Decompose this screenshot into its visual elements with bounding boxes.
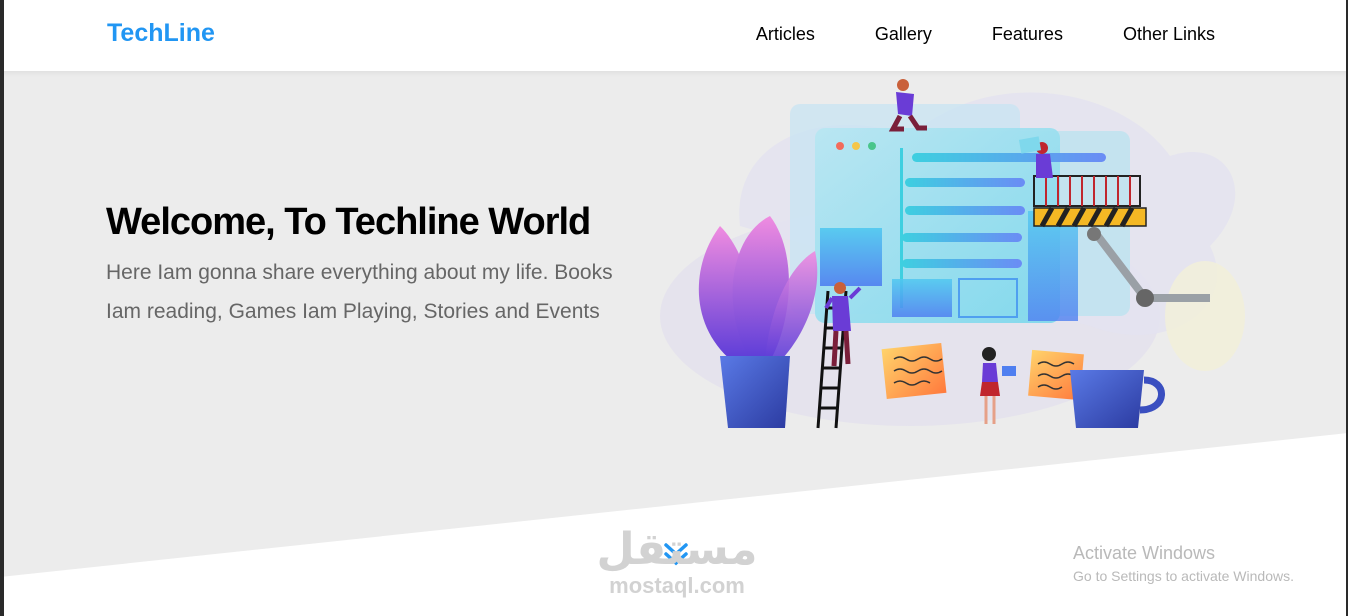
activation-title: Activate Windows	[1073, 543, 1216, 563]
activation-subtitle: Go to Settings to activate Windows.	[1073, 568, 1294, 584]
scroll-down-icon[interactable]	[661, 540, 691, 570]
hero-illustration	[660, 79, 1245, 429]
landing-description: Here Iam gonna share everything about my…	[106, 261, 613, 323]
nav-link-other-links[interactable]: Other Links	[1123, 24, 1215, 45]
nav-link-features[interactable]: Features	[992, 24, 1063, 45]
nav-link-articles[interactable]: Articles	[756, 24, 815, 45]
main-nav: Articles Gallery Features Other Links	[696, 24, 1215, 45]
site-header: TechLine Articles Gallery Features Other…	[0, 0, 1348, 71]
logo-link[interactable]: TechLine	[107, 19, 215, 48]
landing-title: Welcome, To Techline World	[106, 201, 591, 243]
windows-activation-notice: Activate Windows Go to Settings to activ…	[1073, 543, 1294, 584]
nav-link-gallery[interactable]: Gallery	[875, 24, 932, 45]
